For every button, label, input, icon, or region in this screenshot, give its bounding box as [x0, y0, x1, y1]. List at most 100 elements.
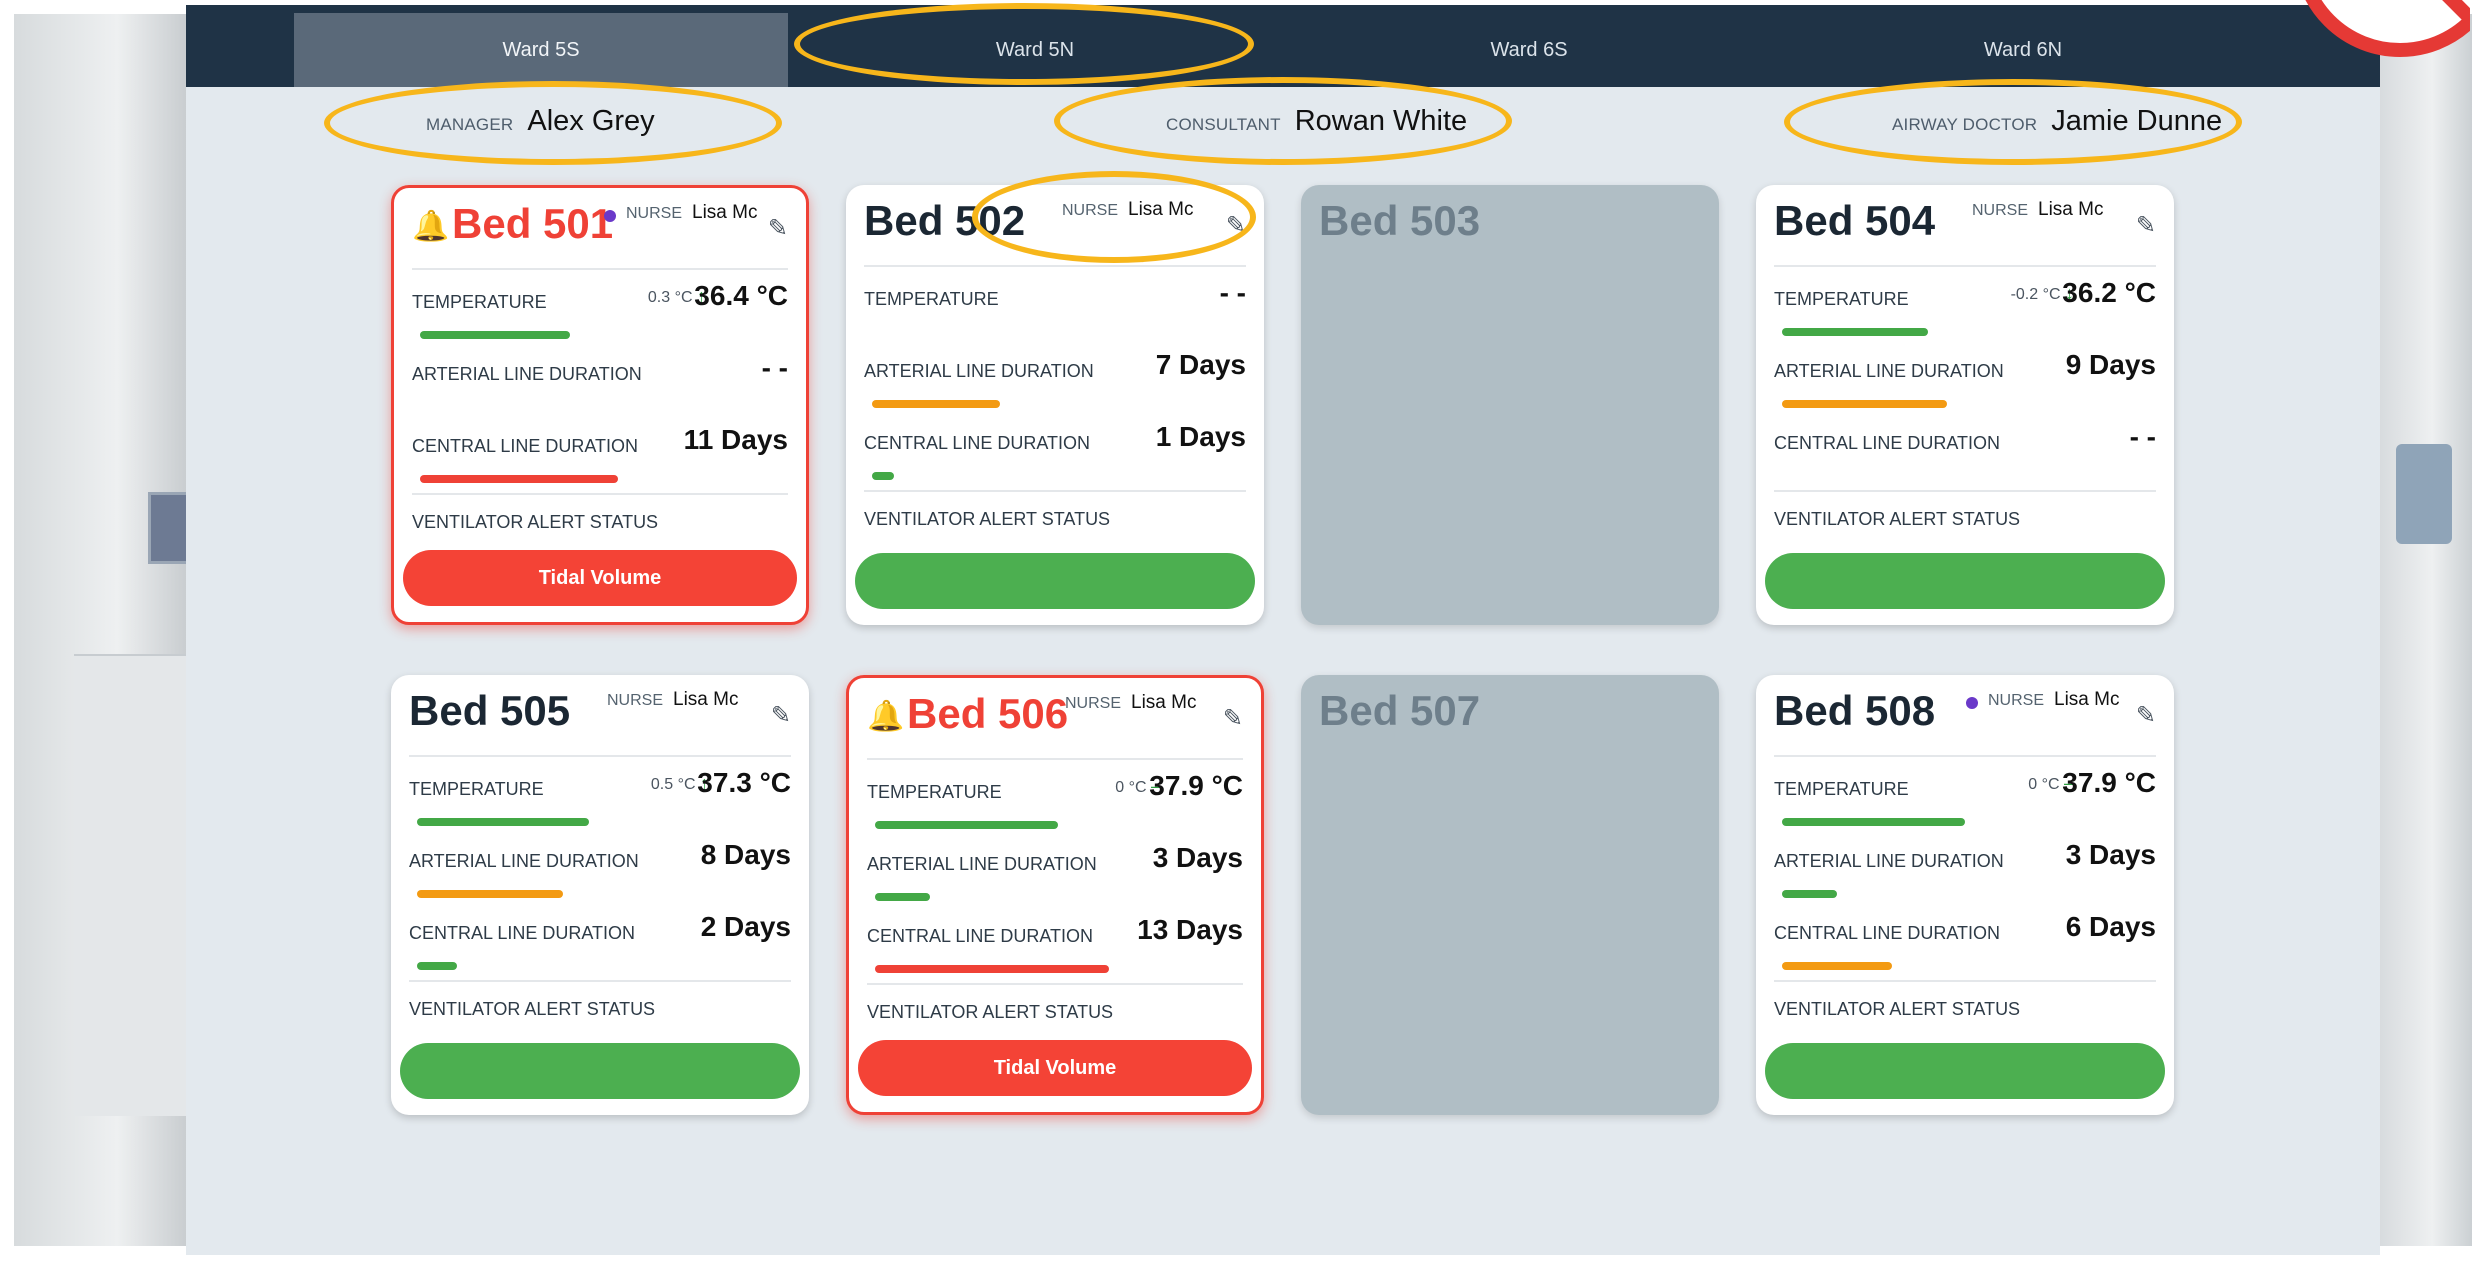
background-device	[2396, 444, 2452, 544]
bed-card[interactable]: 🔔 Bed 501 NURSE Lisa Mc ✎ TEMPERATURE 0.3 °C ↑…	[391, 185, 809, 625]
nurse-label: NURSE	[1062, 202, 1119, 219]
arterial-line-bar-fill	[872, 400, 1001, 408]
temperature-bar	[420, 331, 786, 339]
arterial-line-value: 9 Days	[2065, 349, 2156, 380]
temperature-label: TEMPERATURE	[864, 289, 999, 309]
central-line-bar-fill	[875, 965, 1110, 973]
arterial-line-bar-fill	[1782, 890, 1837, 898]
airway-doctor-role-label: AIRWAY DOCTOR	[1892, 115, 2038, 134]
ventilator-status-button[interactable]	[400, 1043, 800, 1099]
arterial-line-value: 3 Days	[2065, 839, 2156, 870]
bed-card[interactable]: Bed 502 NURSE Lisa Mc ✎ TEMPERATURE - - ARTERI…	[846, 185, 1264, 625]
edit-pencil-icon[interactable]: ✎	[1226, 211, 1246, 240]
temperature-bar	[1782, 818, 2148, 826]
bed-card[interactable]: Bed 507	[1301, 675, 1719, 1115]
central-line-label: CENTRAL LINE DURATION	[867, 926, 1094, 946]
nurse-info: NURSE Lisa Mc	[607, 689, 738, 711]
manager-info: MANAGER Alex Grey	[426, 105, 655, 138]
temperature-bar	[872, 328, 1238, 336]
manager-name: Alex Grey	[527, 105, 655, 137]
ward-tab-bar: Ward 5S Ward 5N Ward 6S Ward 6N	[186, 5, 2380, 87]
divider	[867, 983, 1243, 985]
bed-title: Bed 506	[907, 690, 1069, 737]
bed-title: Bed 507	[1319, 687, 1481, 734]
ventilator-label: VENTILATOR ALERT STATUS	[867, 1002, 1114, 1022]
nurse-name: Lisa Mc	[673, 689, 739, 710]
arterial-line-bar	[1782, 890, 2148, 898]
edit-pencil-icon[interactable]: ✎	[1223, 704, 1243, 733]
arterial-line-bar	[872, 400, 1238, 408]
arterial-line-bar-fill	[875, 893, 930, 901]
bed-card[interactable]: Bed 504 NURSE Lisa Mc ✎ TEMPERATURE -0.2 °C ↓…	[1756, 185, 2174, 625]
central-line-bar-fill	[872, 472, 894, 480]
bell-alert-icon: 🔔	[412, 210, 450, 243]
tab-ward-6s[interactable]: Ward 6S	[1282, 13, 1776, 87]
tab-ward-5s[interactable]: Ward 5S	[294, 13, 788, 87]
ventilator-status-button[interactable]	[855, 553, 1255, 609]
central-line-label: CENTRAL LINE DURATION	[412, 436, 639, 456]
central-line-label: CENTRAL LINE DURATION	[864, 433, 1091, 453]
arterial-line-label: ARTERIAL LINE DURATION	[1774, 851, 2004, 871]
central-line-bar	[872, 472, 1238, 480]
central-line-bar	[420, 475, 786, 483]
background-cabinet	[74, 654, 186, 1116]
central-line-value: 11 Days	[683, 424, 788, 455]
tab-ward-5n[interactable]: Ward 5N	[788, 13, 1282, 87]
edit-pencil-icon[interactable]: ✎	[2136, 701, 2156, 730]
bed-card[interactable]: 🔔 Bed 506 NURSE Lisa Mc ✎ TEMPERATURE 0 °C –37…	[846, 675, 1264, 1115]
ventilator-label: VENTILATOR ALERT STATUS	[864, 509, 1111, 529]
temperature-label: TEMPERATURE	[409, 779, 544, 799]
staff-row: MANAGER Alex Grey CONSULTANT Rowan White…	[186, 105, 2380, 155]
arterial-line-label: ARTERIAL LINE DURATION	[864, 361, 1094, 381]
divider	[864, 265, 1246, 267]
central-line-value: 6 Days	[2065, 911, 2156, 942]
manager-role-label: MANAGER	[426, 115, 514, 134]
temperature-bar	[875, 821, 1241, 829]
tab-ward-6n[interactable]: Ward 6N	[1776, 13, 2270, 87]
ventilator-label: VENTILATOR ALERT STATUS	[1774, 999, 2021, 1019]
no-entry-icon	[2305, 0, 2470, 57]
temperature-value: 37.3 °C	[697, 767, 791, 798]
ventilator-status-button[interactable]	[1765, 553, 2165, 609]
bed-card[interactable]: Bed 508 NURSE Lisa Mc ✎ TEMPERATURE 0 °C –37.…	[1756, 675, 2174, 1115]
arterial-line-value: 7 Days	[1155, 349, 1246, 380]
arterial-line-bar	[420, 403, 786, 411]
bed-card[interactable]: Bed 505 NURSE Lisa Mc ✎ TEMPERATURE 0.5 °C ↑ 3…	[391, 675, 809, 1115]
bed-card[interactable]: Bed 503	[1301, 185, 1719, 625]
ward-dashboard: Ward 5S Ward 5N Ward 6S Ward 6N MANAGER …	[186, 3, 2380, 1255]
ventilator-status-button[interactable]	[1765, 1043, 2165, 1099]
ventilator-label: VENTILATOR ALERT STATUS	[412, 512, 659, 532]
nurse-label: NURSE	[626, 205, 683, 222]
divider	[1774, 755, 2156, 757]
ventilator-status-button[interactable]: Tidal Volume	[858, 1040, 1252, 1096]
arterial-line-bar-fill	[417, 890, 564, 898]
central-line-label: CENTRAL LINE DURATION	[409, 923, 636, 943]
edit-pencil-icon[interactable]: ✎	[768, 214, 788, 243]
central-line-value: 2 Days	[700, 911, 791, 942]
consultant-role-label: CONSULTANT	[1166, 115, 1281, 134]
temperature-value: 37.9 °C	[2062, 767, 2156, 798]
temperature-label: TEMPERATURE	[1774, 289, 1909, 309]
temperature-bar-fill	[1782, 818, 1965, 826]
bed-title: Bed 505	[409, 687, 571, 734]
temperature-label: TEMPERATURE	[1774, 779, 1909, 799]
edit-pencil-icon[interactable]: ✎	[2136, 211, 2156, 240]
temperature-bar	[417, 818, 783, 826]
nurse-info: NURSE Lisa Mc	[1972, 199, 2103, 221]
ventilator-status-button[interactable]: Tidal Volume	[403, 550, 797, 606]
airway-doctor-info: AIRWAY DOCTOR Jamie Dunne	[1892, 105, 2222, 138]
arterial-line-bar	[875, 893, 1241, 901]
temperature-value: 36.2 °C	[2062, 277, 2156, 308]
divider	[409, 755, 791, 757]
arterial-line-value: - -	[761, 352, 788, 383]
central-line-value: - -	[2129, 421, 2156, 452]
temperature-value: 37.9 °C	[1149, 770, 1243, 801]
central-line-label: CENTRAL LINE DURATION	[1774, 433, 2001, 453]
edit-pencil-icon[interactable]: ✎	[771, 701, 791, 730]
bed-title: Bed 501	[452, 200, 614, 247]
nurse-label: NURSE	[1065, 695, 1122, 712]
nurse-name: Lisa Mc	[692, 202, 758, 223]
arterial-line-value: 8 Days	[700, 839, 791, 870]
divider	[864, 490, 1246, 492]
bed-title: Bed 502	[864, 197, 1026, 244]
